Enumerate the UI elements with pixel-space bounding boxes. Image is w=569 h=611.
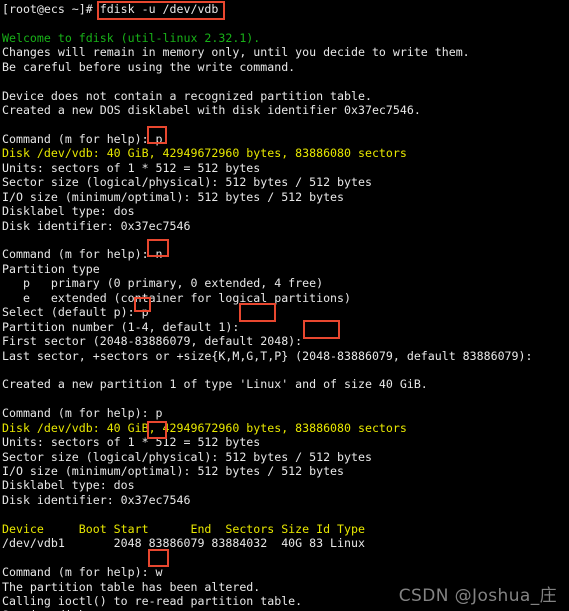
terminal-line: Command (m for help): p [2,131,163,146]
terminal-line: Created a new partition 1 of type 'Linux… [2,377,428,392]
terminal-line: Units: sectors of 1 * 512 = 512 bytes [2,435,261,450]
terminal-line: Disklabel type: dos [2,478,135,493]
terminal-line: Partition number (1-4, default 1): [2,319,247,334]
terminal-line: Command (m for help): n [2,247,163,262]
terminal-line: Disk /dev/vdb: 40 GiB, 42949672960 bytes… [2,146,407,161]
terminal-line: e extended (container for logical partit… [2,290,352,305]
terminal-line: Units: sectors of 1 * 512 = 512 bytes [2,160,261,175]
terminal-line: Disk /dev/vdb: 40 GiB, 42949672960 bytes… [2,420,407,435]
terminal-window[interactable]: [root@ecs ~]# fdisk -u /dev/vdb Welcome t… [0,0,569,611]
terminal-line: p primary (0 primary, 0 extended, 4 free… [2,276,324,291]
terminal-line: Command (m for help): p [2,406,163,421]
terminal-line: Created a new DOS disklabel with disk id… [2,103,421,118]
terminal-line: Welcome to fdisk (util-linux 2.32.1). [2,30,261,45]
terminal-line: /dev/vdb1 2048 83886079 83884032 40G 83 … [2,536,365,551]
terminal-line: Select (default p): p [2,305,149,320]
terminal-line: Partition type [2,261,100,276]
terminal-line: Disk identifier: 0x37ec7546 [2,218,191,233]
csdn-watermark: CSDN @Joshua_庄 [398,585,557,606]
terminal-line: [root@ecs ~]# fdisk -u /dev/vdb [2,2,219,16]
terminal-line: Changes will remain in memory only, unti… [2,45,470,60]
terminal-line: Sector size (logical/physical): 512 byte… [2,449,372,464]
terminal-line: Device Boot Start End Sectors Size Id Ty… [2,521,365,536]
terminal-output: [root@ecs ~]# fdisk -u /dev/vdb Welcome t… [2,2,567,611]
terminal-line: First sector (2048-83886079, default 204… [2,334,310,349]
terminal-line: Device does not contain a recognized par… [2,88,372,103]
terminal-line: Disklabel type: dos [2,204,135,219]
terminal-line: I/O size (minimum/optimal): 512 bytes / … [2,189,345,204]
terminal-line: Sector size (logical/physical): 512 byte… [2,175,372,190]
terminal-line: Last sector, +sectors or +size{K,M,G,T,P… [2,348,540,363]
terminal-line: Command (m for help): w [2,565,163,580]
terminal-line: Be careful before using the write comman… [2,59,296,74]
terminal-line: I/O size (minimum/optimal): 512 bytes / … [2,464,345,478]
terminal-line: Disk identifier: 0x37ec7546 [2,492,191,507]
